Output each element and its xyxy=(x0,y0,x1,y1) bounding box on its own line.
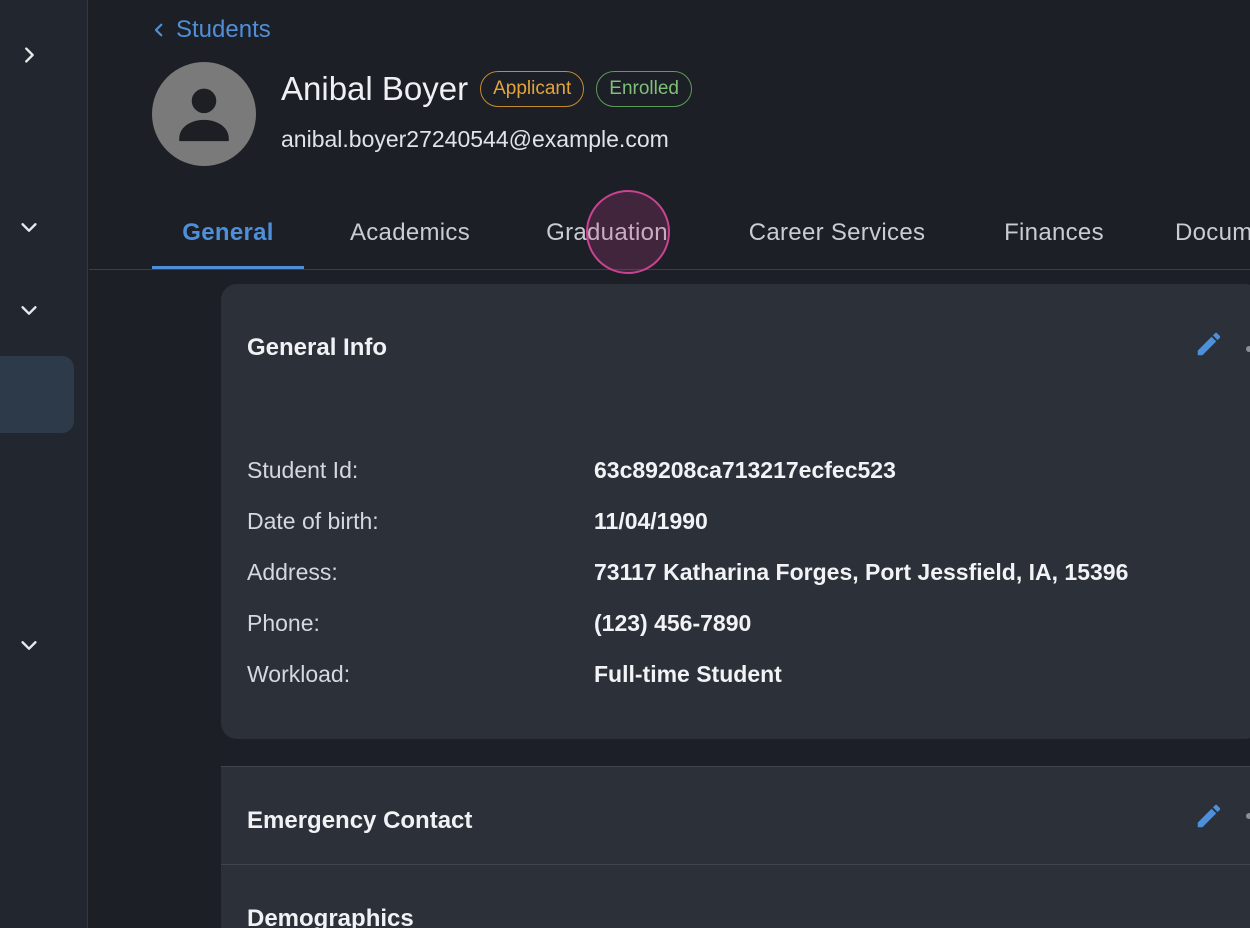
demographics-section[interactable]: Demographics xyxy=(221,864,1250,928)
pencil-icon xyxy=(1197,804,1221,828)
emergency-contact-section[interactable]: Emergency Contact xyxy=(221,766,1250,864)
field-value-workload: Full-time Student xyxy=(594,661,782,687)
field-label-workload: Workload: xyxy=(247,661,351,687)
back-to-students-link[interactable]: Students xyxy=(150,14,271,46)
field-label-date-of-birth: Date of birth: xyxy=(247,508,379,534)
sidebar-active-item[interactable] xyxy=(0,356,74,433)
person-icon xyxy=(179,88,229,142)
tab-finances[interactable]: Finances xyxy=(979,196,1129,269)
chevron-down-icon xyxy=(21,641,37,650)
tab-documents[interactable]: Documents xyxy=(1175,196,1250,269)
expand-sidebar-button[interactable] xyxy=(12,38,46,72)
tab-academics[interactable]: Academics xyxy=(327,196,493,269)
general-info-card: General Info Student Id: 63c89208ca71321… xyxy=(221,284,1250,739)
field-label-student-id: Student Id: xyxy=(247,457,359,483)
field-label-phone: Phone: xyxy=(247,610,320,636)
field-value-address: 73117 Katharina Forges, Port Jessfield, … xyxy=(594,559,1129,585)
back-link-label[interactable]: Students xyxy=(176,16,271,44)
more-options-icon[interactable] xyxy=(1246,346,1250,352)
tab-career-services[interactable]: Career Services xyxy=(719,196,955,269)
status-badge-applicant: Applicant xyxy=(480,71,585,107)
field-value-student-id: 63c89208ca713217ecfec523 xyxy=(594,457,896,483)
profile-tabs: General Academics Graduation Career Serv… xyxy=(89,196,1250,270)
field-value-phone: (123) 456-7890 xyxy=(594,610,752,636)
pencil-icon xyxy=(1197,332,1221,356)
more-options-icon[interactable] xyxy=(1246,813,1250,819)
status-badge-enrolled: Enrolled xyxy=(596,71,692,107)
chevron-right-icon xyxy=(25,47,34,63)
tab-general[interactable]: General xyxy=(152,196,304,269)
chevron-down-icon xyxy=(21,223,37,232)
field-value-date-of-birth: 11/04/1990 xyxy=(594,508,708,534)
general-info-title: General Info xyxy=(247,334,388,361)
active-tab-indicator xyxy=(152,266,304,269)
student-name: Anibal Boyer xyxy=(281,70,469,107)
chevron-down-icon xyxy=(21,306,37,315)
edit-general-info-button[interactable] xyxy=(1191,326,1227,362)
student-name-row: Anibal Boyer Applicant Enrolled xyxy=(281,66,692,112)
chevron-left-icon xyxy=(154,23,163,37)
edit-emergency-contact-button[interactable] xyxy=(1191,798,1227,834)
emergency-contact-title: Emergency Contact xyxy=(247,807,473,834)
avatar xyxy=(152,62,256,166)
student-email: anibal.boyer27240544@example.com xyxy=(281,126,669,152)
sidebar-group-toggle[interactable] xyxy=(12,628,46,662)
sidebar-group-toggle[interactable] xyxy=(12,293,46,327)
sidebar-group-toggle[interactable] xyxy=(12,210,46,244)
field-label-address: Address: xyxy=(247,559,338,585)
tab-graduation[interactable]: Graduation xyxy=(519,196,695,269)
demographics-title: Demographics xyxy=(247,905,414,928)
sidebar-rail xyxy=(0,0,88,928)
